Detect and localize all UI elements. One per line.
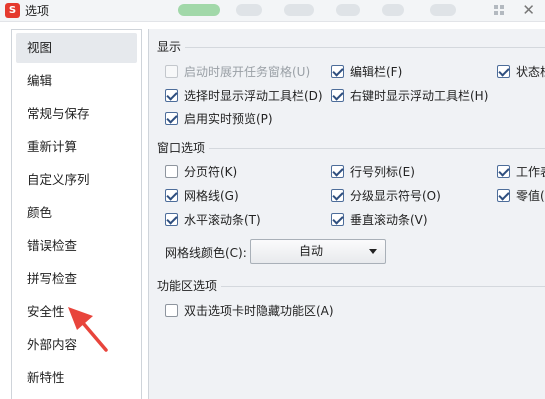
annotation-arrow-icon — [68, 307, 108, 352]
